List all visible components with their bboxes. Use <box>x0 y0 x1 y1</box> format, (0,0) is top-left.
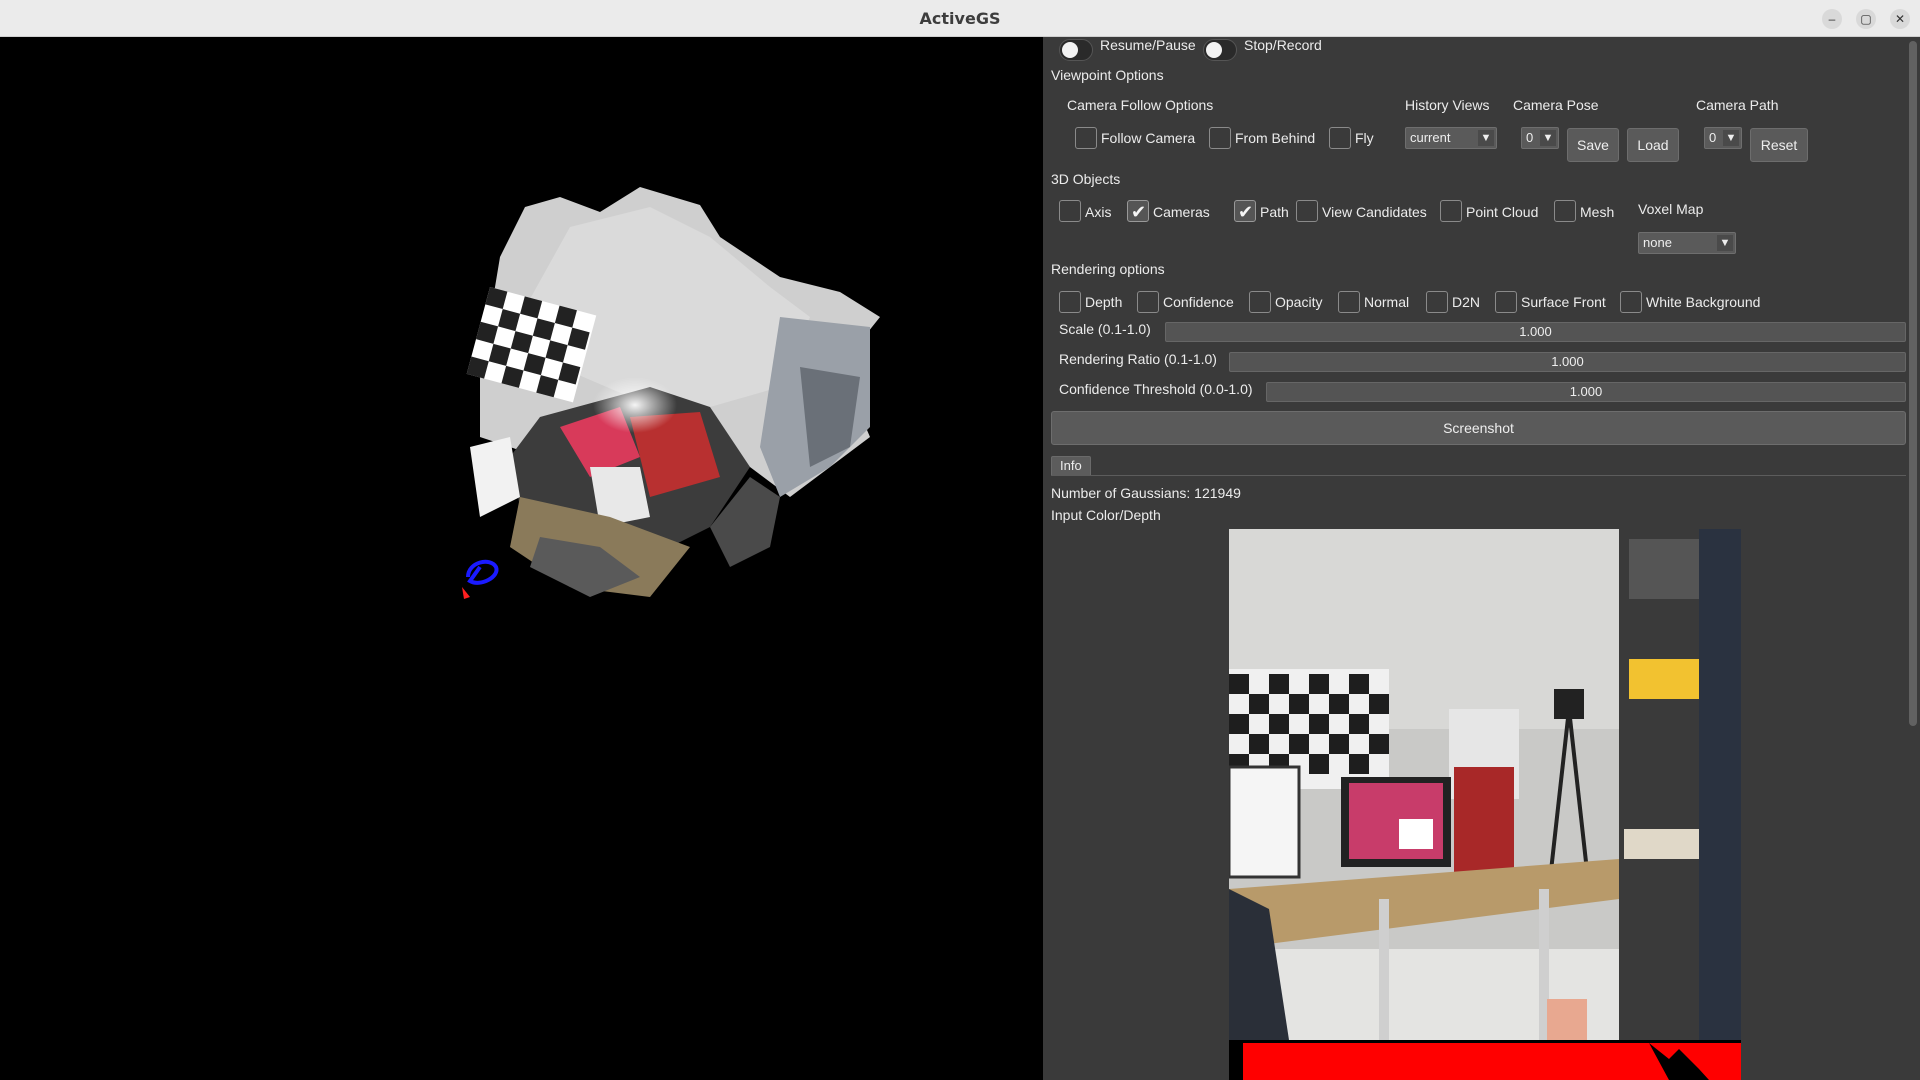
path-checkbox[interactable]: ✔ <box>1234 200 1256 222</box>
view-candidates-label: View Candidates <box>1322 204 1427 220</box>
scale-slider[interactable]: 1.000 <box>1165 322 1906 342</box>
cameras-label: Cameras <box>1153 204 1210 220</box>
from-behind-label: From Behind <box>1235 130 1316 146</box>
point-cloud-label: Point Cloud <box>1466 204 1539 220</box>
mesh-label: Mesh <box>1580 204 1615 220</box>
confidence-label: Confidence <box>1163 294 1234 310</box>
panel-scrollbar[interactable] <box>1909 41 1917 726</box>
toggle-knob <box>1206 42 1222 58</box>
camera-path-value: 0 <box>1709 130 1717 145</box>
tab-divider <box>1051 475 1906 476</box>
confidence-threshold-slider[interactable]: 1.000 <box>1266 382 1906 402</box>
fly-checkbox[interactable] <box>1329 127 1351 149</box>
path-label: Path <box>1260 204 1289 220</box>
minimize-icon[interactable]: – <box>1822 9 1842 29</box>
gaussian-splat-render <box>462 187 880 599</box>
gaussian-count-text: Number of Gaussians: 121949 <box>1051 485 1241 501</box>
depth-checkbox[interactable] <box>1059 291 1081 313</box>
control-panel: Resume/Pause Stop/Record Viewpoint Optio… <box>1043 37 1920 1080</box>
from-behind-checkbox[interactable] <box>1209 127 1231 149</box>
input-color-depth-label: Input Color/Depth <box>1051 507 1161 523</box>
axis-label: Axis <box>1085 204 1112 220</box>
voxel-map-select[interactable]: none ▼ <box>1638 232 1736 254</box>
d2n-checkbox[interactable] <box>1426 291 1448 313</box>
depth-label: Depth <box>1085 294 1123 310</box>
white-background-label: White Background <box>1646 294 1761 310</box>
resume-pause-toggle[interactable] <box>1059 39 1093 61</box>
camera-follow-title: Camera Follow Options <box>1067 97 1214 113</box>
save-pose-button[interactable]: Save <box>1567 128 1619 162</box>
toggle-knob <box>1062 42 1078 58</box>
mesh-checkbox[interactable] <box>1554 200 1576 222</box>
load-pose-button[interactable]: Load <box>1627 128 1679 162</box>
camera-path-select[interactable]: 0 ▼ <box>1704 127 1742 149</box>
fly-label: Fly <box>1355 130 1374 146</box>
rendering-ratio-label: Rendering Ratio (0.1-1.0) <box>1059 351 1217 367</box>
confidence-checkbox[interactable] <box>1137 291 1159 313</box>
cameras-checkbox[interactable]: ✔ <box>1127 200 1149 222</box>
3d-objects-title: 3D Objects <box>1051 171 1121 187</box>
3d-viewport[interactable] <box>0 37 1043 1080</box>
window-title: ActiveGS <box>919 9 1001 28</box>
screenshot-button[interactable]: Screenshot <box>1051 411 1906 445</box>
history-views-title: History Views <box>1405 97 1490 113</box>
dropdown-arrow-icon: ▼ <box>1717 235 1733 251</box>
maximize-icon[interactable]: ▢ <box>1856 9 1876 29</box>
dropdown-arrow-icon: ▼ <box>1478 130 1494 146</box>
view-candidates-checkbox[interactable] <box>1296 200 1318 222</box>
stop-record-label: Stop/Record <box>1244 37 1322 53</box>
surface-front-label: Surface Front <box>1521 294 1606 310</box>
camera-path-title: Camera Path <box>1696 97 1779 113</box>
reset-path-button[interactable]: Reset <box>1750 128 1808 162</box>
resume-pause-label: Resume/Pause <box>1100 37 1196 53</box>
camera-pose-select[interactable]: 0 ▼ <box>1521 127 1559 149</box>
voxel-map-title: Voxel Map <box>1638 201 1704 217</box>
title-bar: ActiveGS – ▢ ✕ <box>0 0 1920 37</box>
normal-checkbox[interactable] <box>1338 291 1360 313</box>
confidence-threshold-label: Confidence Threshold (0.0-1.0) <box>1059 381 1253 397</box>
white-background-checkbox[interactable] <box>1620 291 1642 313</box>
opacity-checkbox[interactable] <box>1249 291 1271 313</box>
viewpoint-options-title: Viewpoint Options <box>1051 67 1164 83</box>
camera-pose-title: Camera Pose <box>1513 97 1599 113</box>
stop-record-toggle[interactable] <box>1203 39 1237 61</box>
point-cloud-checkbox[interactable] <box>1440 200 1462 222</box>
surface-front-checkbox[interactable] <box>1495 291 1517 313</box>
rendering-ratio-slider[interactable]: 1.000 <box>1229 352 1906 372</box>
check-icon: ✔ <box>1131 202 1147 222</box>
normal-label: Normal <box>1364 294 1410 310</box>
check-icon: ✔ <box>1238 202 1254 222</box>
follow-camera-checkbox[interactable] <box>1075 127 1097 149</box>
input-color-image <box>1229 529 1741 1080</box>
opacity-label: Opacity <box>1275 294 1323 310</box>
camera-pose-value: 0 <box>1526 130 1534 145</box>
scale-label: Scale (0.1-1.0) <box>1059 321 1151 337</box>
follow-camera-label: Follow Camera <box>1101 130 1196 146</box>
history-views-select[interactable]: current ▼ <box>1405 127 1497 149</box>
dropdown-arrow-icon: ▼ <box>1540 130 1556 146</box>
voxel-map-value: none <box>1643 235 1672 250</box>
d2n-label: D2N <box>1452 294 1481 310</box>
close-icon[interactable]: ✕ <box>1890 9 1910 29</box>
info-tab[interactable]: Info <box>1051 456 1091 476</box>
dropdown-arrow-icon: ▼ <box>1723 130 1739 146</box>
axis-checkbox[interactable] <box>1059 200 1081 222</box>
rendering-options-title: Rendering options <box>1051 261 1165 277</box>
history-views-value: current <box>1410 130 1451 145</box>
